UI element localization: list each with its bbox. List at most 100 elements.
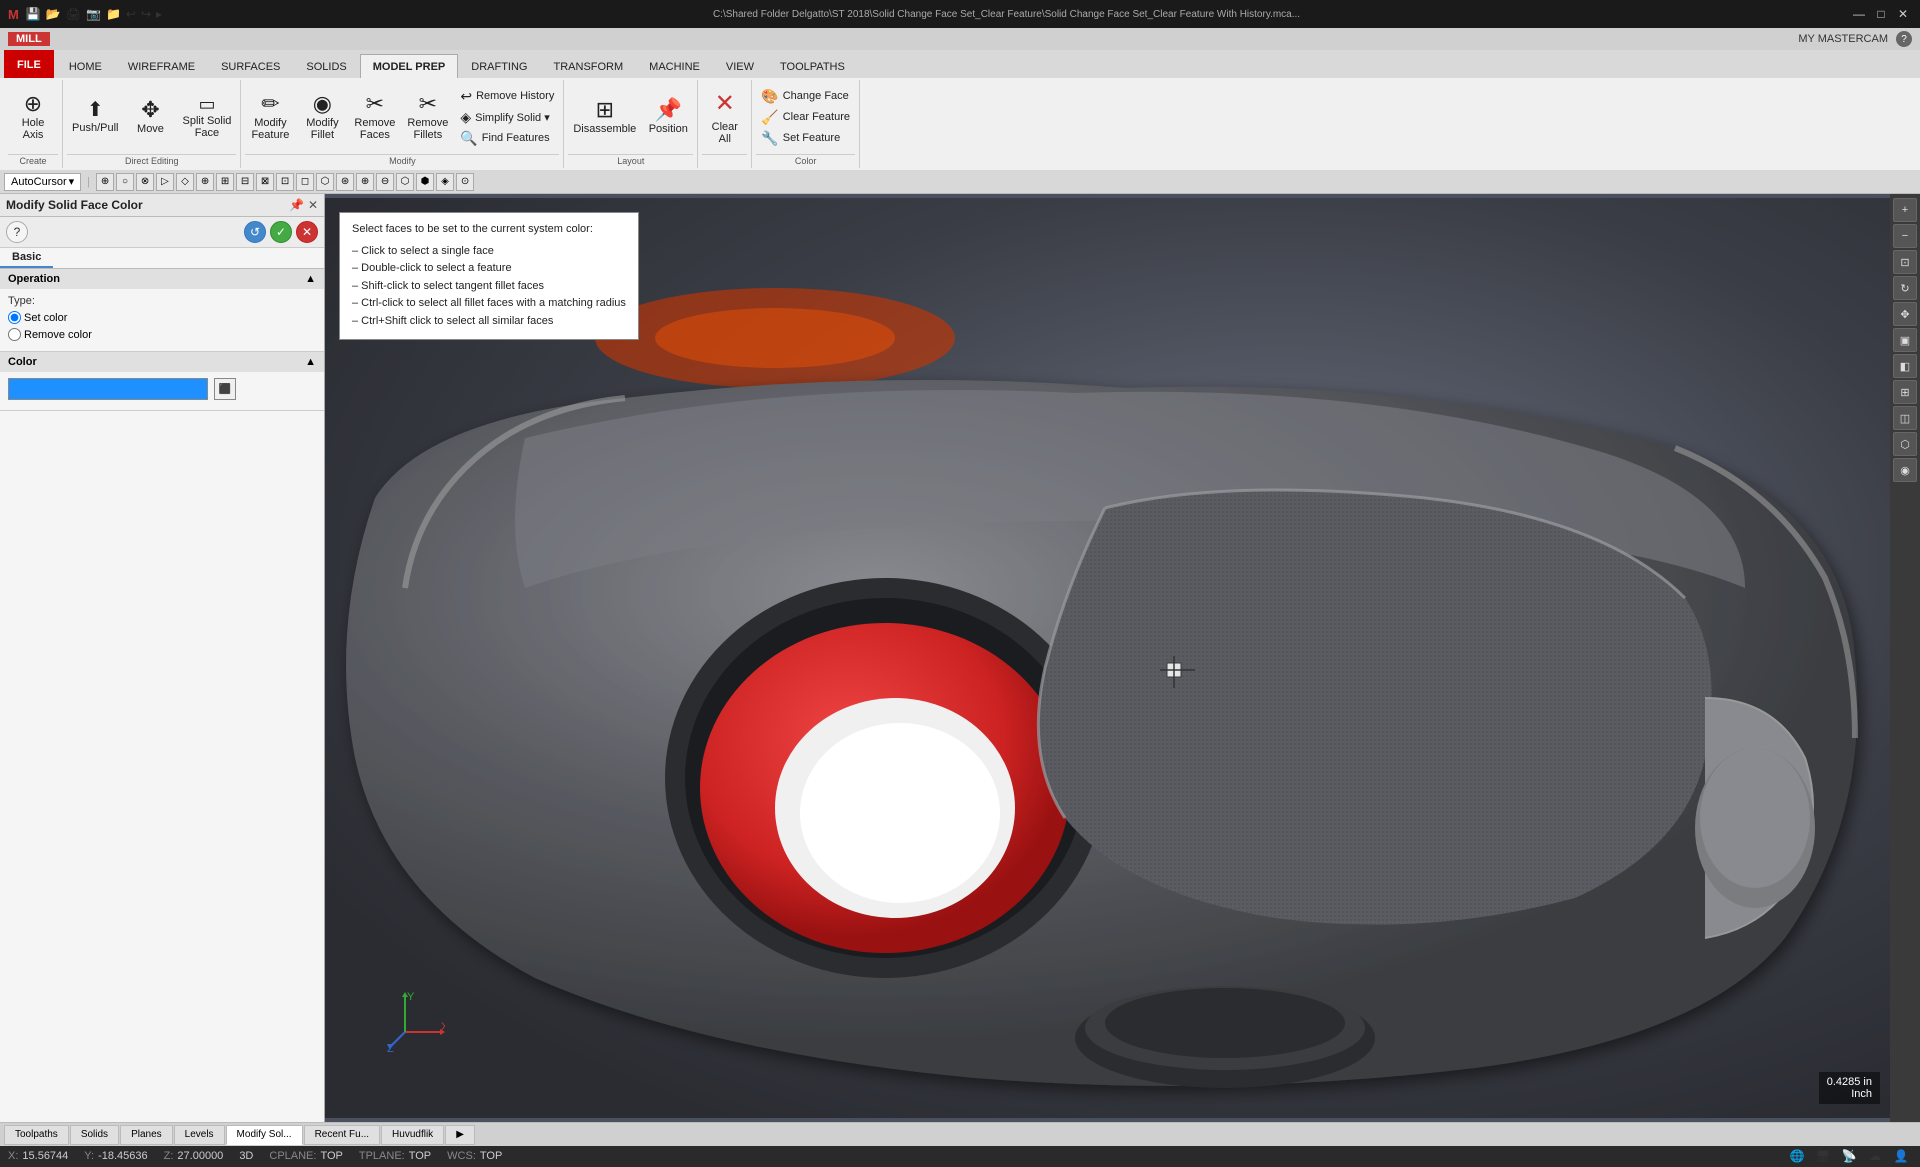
remove-fillets-btn[interactable]: ✂ RemoveFillets: [402, 82, 453, 152]
status-cloud-icon[interactable]: ☁: [1864, 1145, 1886, 1167]
rt-view3-btn[interactable]: ⊞: [1893, 380, 1917, 404]
panel-reset-btn[interactable]: ↺: [244, 221, 266, 243]
panel-ok-btn[interactable]: ✓: [270, 221, 292, 243]
hole-axis-btn[interactable]: ⊕ HoleAxis: [8, 82, 58, 152]
status-globe-icon[interactable]: 🌐: [1786, 1145, 1808, 1167]
autocursor-dropdown[interactable]: AutoCursor ▾: [4, 173, 81, 191]
ac-btn-14[interactable]: ⊕: [356, 173, 374, 191]
rt-zoom-out-btn[interactable]: −: [1893, 224, 1917, 248]
panel-pin-btn[interactable]: 📌: [289, 198, 304, 212]
bottom-tab-toolpaths[interactable]: Toolpaths: [4, 1125, 69, 1145]
tab-solids[interactable]: SOLIDS: [293, 54, 359, 78]
bottom-tab-modify-sol[interactable]: Modify Sol...: [226, 1125, 303, 1145]
tab-transform[interactable]: TRANSFORM: [541, 54, 637, 78]
set-color-option[interactable]: Set color: [8, 311, 67, 324]
status-monitor-icon[interactable]: 🖥: [1812, 1145, 1834, 1167]
remove-history-btn[interactable]: ↩ Remove History: [455, 86, 559, 106]
operation-section-header[interactable]: Operation ▲: [0, 269, 324, 289]
tab-machine[interactable]: MACHINE: [636, 54, 713, 78]
set-color-radio[interactable]: [8, 311, 21, 324]
undo-qa-btn[interactable]: ↩: [125, 6, 137, 22]
rt-view2-btn[interactable]: ◧: [1893, 354, 1917, 378]
panel-help-btn[interactable]: ?: [6, 221, 28, 243]
tab-file[interactable]: FILE: [4, 50, 54, 78]
ac-btn-16[interactable]: ⬡: [396, 173, 414, 191]
ac-btn-13[interactable]: ⊛: [336, 173, 354, 191]
bottom-tab-planes[interactable]: Planes: [120, 1125, 173, 1145]
minimize-btn[interactable]: —: [1850, 5, 1868, 23]
tab-wireframe[interactable]: WIREFRAME: [115, 54, 208, 78]
ac-btn-6[interactable]: ⊕: [196, 173, 214, 191]
ac-btn-1[interactable]: ⊕: [96, 173, 114, 191]
bottom-tab-add[interactable]: ▶: [445, 1125, 475, 1145]
rt-view4-btn[interactable]: ◫: [1893, 406, 1917, 430]
color-picker-btn[interactable]: ⬛: [214, 378, 236, 400]
remove-color-option[interactable]: Remove color: [8, 328, 92, 341]
change-face-btn[interactable]: 🎨 Change Face: [756, 86, 855, 106]
bottom-tab-recent-fu[interactable]: Recent Fu...: [304, 1125, 380, 1145]
folder-qa-btn[interactable]: 📁: [105, 6, 122, 22]
ac-btn-7[interactable]: ⊞: [216, 173, 234, 191]
tab-drafting[interactable]: DRAFTING: [458, 54, 540, 78]
ac-btn-4[interactable]: ▷: [156, 173, 174, 191]
ac-btn-3[interactable]: ⊗: [136, 173, 154, 191]
ac-btn-12[interactable]: ⬡: [316, 173, 334, 191]
color-bar[interactable]: [8, 378, 208, 400]
rt-fit-btn[interactable]: ⊡: [1893, 250, 1917, 274]
ac-btn-10[interactable]: ⊡: [276, 173, 294, 191]
status-user-icon[interactable]: 👤: [1890, 1145, 1912, 1167]
remove-color-radio[interactable]: [8, 328, 21, 341]
ac-btn-8[interactable]: ⊟: [236, 173, 254, 191]
simplify-solid-btn[interactable]: ◈ Simplify Solid ▾: [455, 107, 559, 127]
panel-cancel-btn[interactable]: ✕: [296, 221, 318, 243]
rt-wire-btn[interactable]: ⬡: [1893, 432, 1917, 456]
panel-tab-basic[interactable]: Basic: [0, 248, 53, 268]
screenshot-qa-btn[interactable]: 📷: [85, 6, 102, 22]
ac-btn-19[interactable]: ⊙: [456, 173, 474, 191]
split-solid-face-btn[interactable]: ▭ Split SolidFace: [177, 82, 236, 152]
ac-btn-18[interactable]: ◈: [436, 173, 454, 191]
bottom-tab-levels[interactable]: Levels: [174, 1125, 225, 1145]
redo-qa-btn[interactable]: ↪: [140, 6, 152, 22]
color-section-header[interactable]: Color ▲: [0, 352, 324, 372]
remove-faces-btn[interactable]: ✂ RemoveFaces: [349, 82, 400, 152]
position-btn[interactable]: 📌 Position: [643, 82, 693, 152]
run-qa-btn[interactable]: ▸: [155, 6, 163, 22]
ac-btn-15[interactable]: ⊖: [376, 173, 394, 191]
rt-pan-btn[interactable]: ✥: [1893, 302, 1917, 326]
rt-shade-btn[interactable]: ◉: [1893, 458, 1917, 482]
tab-home[interactable]: HOME: [56, 54, 115, 78]
clear-feature-btn[interactable]: 🧹 Clear Feature: [756, 107, 855, 127]
clear-all-btn[interactable]: ✕ ClearAll: [702, 82, 747, 152]
tab-toolpaths[interactable]: TOOLPATHS: [767, 54, 858, 78]
push-pull-btn[interactable]: ⬆ Push/Pull: [67, 82, 123, 152]
help-icon[interactable]: ?: [1896, 31, 1912, 47]
disassemble-btn[interactable]: ⊞ Disassemble: [568, 82, 641, 152]
ac-btn-9[interactable]: ⊠: [256, 173, 274, 191]
panel-close-btn[interactable]: ✕: [308, 198, 318, 212]
ac-btn-2[interactable]: ○: [116, 173, 134, 191]
open-qa-btn[interactable]: 📂: [45, 6, 62, 22]
bottom-tab-solids[interactable]: Solids: [70, 1125, 119, 1145]
modify-feature-btn[interactable]: ✏ ModifyFeature: [245, 82, 295, 152]
close-btn[interactable]: ✕: [1894, 5, 1912, 23]
set-feature-btn[interactable]: 🔧 Set Feature: [756, 128, 855, 148]
tab-model-prep[interactable]: MODEL PREP: [360, 54, 459, 78]
tab-view[interactable]: VIEW: [713, 54, 767, 78]
my-mastercam-link[interactable]: MY MASTERCAM: [1798, 33, 1888, 45]
tab-surfaces[interactable]: SURFACES: [208, 54, 293, 78]
rt-rotate-btn[interactable]: ↻: [1893, 276, 1917, 300]
rt-zoom-in-btn[interactable]: +: [1893, 198, 1917, 222]
save-qa-btn[interactable]: 💾: [25, 6, 42, 22]
rt-view1-btn[interactable]: ▣: [1893, 328, 1917, 352]
ac-btn-11[interactable]: ◻: [296, 173, 314, 191]
move-btn[interactable]: ✥ Move: [125, 82, 175, 152]
bottom-tab-huvudflik[interactable]: Huvudflik: [381, 1125, 444, 1145]
maximize-btn[interactable]: □: [1872, 5, 1890, 23]
ac-btn-17[interactable]: ⬢: [416, 173, 434, 191]
find-features-btn[interactable]: 🔍 Find Features: [455, 128, 559, 148]
modify-fillet-btn[interactable]: ◉ ModifyFillet: [297, 82, 347, 152]
status-wifi-icon[interactable]: 📡: [1838, 1145, 1860, 1167]
viewport[interactable]: Select faces to be set to the current sy…: [325, 194, 1920, 1122]
print-qa-btn[interactable]: 🖨: [65, 6, 82, 22]
